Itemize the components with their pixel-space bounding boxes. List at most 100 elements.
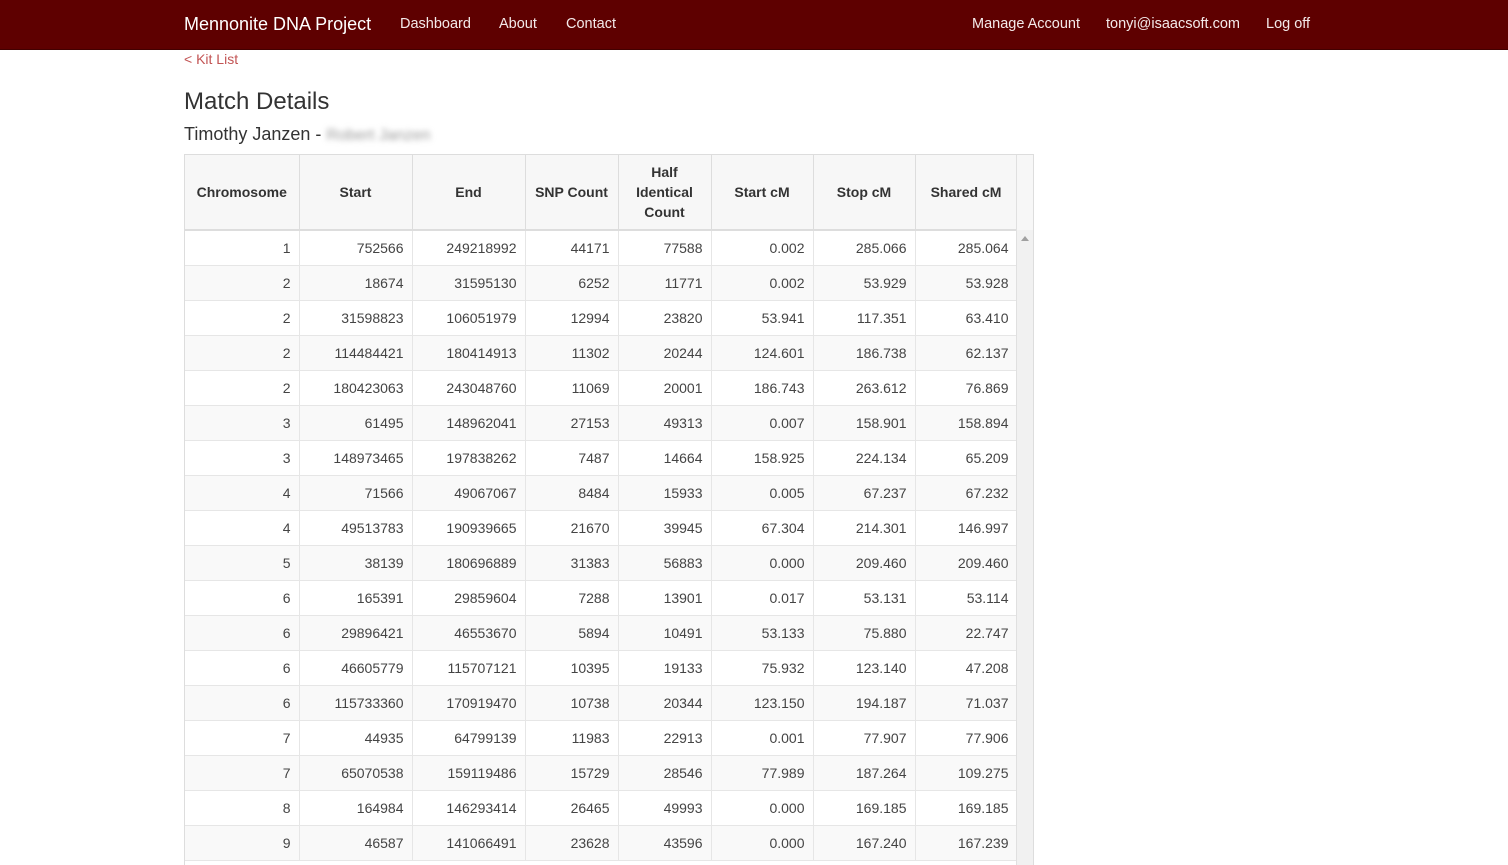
table-cell: 180414913 [412, 335, 526, 371]
table-cell: 43596 [618, 825, 712, 861]
table-cell: 14664 [618, 440, 712, 476]
table-cell: 0.000 [711, 825, 814, 861]
table-cell: 164984 [299, 790, 413, 826]
table-cell: 46605779 [299, 650, 413, 686]
table-cell: 15729 [525, 755, 619, 791]
table-cell: 0.017 [711, 580, 814, 616]
table-cell: 53.114 [915, 580, 1018, 616]
match-name-blurred: Robert Janzen [326, 127, 431, 144]
table-cell: 159119486 [412, 755, 526, 791]
column-header-half-identical-count[interactable]: Half Identical Count [618, 155, 712, 231]
table-row[interactable]: 1 752566 249218992 44171 77588 0.002 285.066 28… [185, 230, 1018, 266]
table-cell: 18674 [299, 265, 413, 301]
table-cell: 19133 [618, 650, 712, 686]
kit-list-back-link[interactable]: < Kit List [184, 50, 238, 68]
table-cell: 263.612 [813, 370, 916, 406]
match-segments-table: Chromosome Start End SNP Count Half Iden… [184, 154, 1034, 865]
table-cell: 752566 [299, 230, 413, 266]
column-header-chromosome[interactable]: Chromosome [185, 155, 300, 231]
table-cell: 63.410 [915, 300, 1018, 336]
table-row[interactable]: 4 49513783 190939665 21670 39945 67.304 214.30… [185, 510, 1018, 546]
table-cell: 53.929 [813, 265, 916, 301]
table-row[interactable]: 2 180423063 243048760 11069 20001 186.743 263.… [185, 370, 1018, 406]
match-subtitle: Timothy Janzen - Robert Janzen [184, 122, 430, 148]
table-row[interactable]: 8 164984 146293414 26465 49993 0.000 169.185 16… [185, 790, 1018, 826]
nav-contact-link[interactable]: Contact [566, 0, 616, 49]
table-cell: 28546 [618, 755, 712, 791]
table-cell: 0.002 [711, 265, 814, 301]
table-cell: 49313 [618, 405, 712, 441]
top-navbar: Mennonite DNA Project Dashboard About Co… [0, 0, 1508, 50]
column-header-snp-count[interactable]: SNP Count [525, 155, 619, 231]
user-email-link[interactable]: tonyi@isaacsoft.com [1106, 0, 1240, 49]
table-cell: 123.140 [813, 650, 916, 686]
table-cell: 76.869 [915, 370, 1018, 406]
scroll-up-arrow-icon[interactable] [1021, 236, 1029, 241]
table-row[interactable]: 4 71566 49067067 8484 15933 0.005 67.237 67.232 [185, 475, 1018, 511]
table-cell: 146.997 [915, 510, 1018, 546]
log-off-link[interactable]: Log off [1266, 0, 1310, 49]
table-row[interactable]: 2 18674 31595130 6252 11771 0.002 53.929 53.928 [185, 265, 1018, 301]
table-cell: 167.239 [915, 825, 1018, 861]
table-row[interactable]: 7 44935 64799139 11983 22913 0.001 77.907 77.90… [185, 720, 1018, 756]
table-cell: 49067067 [412, 475, 526, 511]
table-cell: 9 [185, 825, 300, 861]
table-row[interactable]: 6 115733360 170919470 10738 20344 123.150 194.… [185, 685, 1018, 721]
table-cell: 4 [185, 510, 300, 546]
column-header-start[interactable]: Start [299, 155, 413, 231]
nav-dashboard-link[interactable]: Dashboard [400, 0, 471, 49]
table-cell: 123.150 [711, 685, 814, 721]
table-row[interactable]: 6 46605779 115707121 10395 19133 75.932 123.14… [185, 650, 1018, 686]
table-row[interactable]: 5 38139 180696889 31383 56883 0.000 209.460 209… [185, 545, 1018, 581]
table-cell: 194.187 [813, 685, 916, 721]
table-cell: 62.137 [915, 335, 1018, 371]
table-row[interactable]: 3 148973465 197838262 7487 14664 158.925 224.1… [185, 440, 1018, 476]
table-cell: 77.907 [813, 720, 916, 756]
page-title: Match Details [184, 88, 330, 115]
manage-account-link[interactable]: Manage Account [972, 0, 1080, 49]
table-cell: 61495 [299, 405, 413, 441]
table-cell: 56883 [618, 545, 712, 581]
table-cell: 285.064 [915, 230, 1018, 266]
table-cell: 243048760 [412, 370, 526, 406]
table-cell: 7 [185, 755, 300, 791]
table-cell: 11983 [525, 720, 619, 756]
nav-about-link[interactable]: About [499, 0, 537, 49]
table-cell: 67.232 [915, 475, 1018, 511]
table-cell: 3 [185, 405, 300, 441]
table-cell: 13901 [618, 580, 712, 616]
table-body: 1 752566 249218992 44171 77588 0.002 285.066 28… [185, 230, 1018, 861]
name-separator: - [310, 124, 327, 144]
scrollbar-header-cap [1017, 155, 1033, 230]
column-header-end[interactable]: End [412, 155, 526, 231]
table-cell: 5894 [525, 615, 619, 651]
table-row[interactable]: 6 29896421 46553670 5894 10491 53.133 75.880 22… [185, 615, 1018, 651]
table-row[interactable]: 3 61495 148962041 27153 49313 0.007 158.901 158… [185, 405, 1018, 441]
table-cell: 71566 [299, 475, 413, 511]
table-row[interactable]: 9 46587 141066491 23628 43596 0.000 167.240 167… [185, 825, 1018, 861]
column-header-stop-cm[interactable]: Stop cM [813, 155, 916, 231]
table-cell: 0.001 [711, 720, 814, 756]
table-row[interactable]: 2 114484421 180414913 11302 20244 124.601 186.… [185, 335, 1018, 371]
table-cell: 209.460 [915, 545, 1018, 581]
table-cell: 49993 [618, 790, 712, 826]
column-header-shared-cm[interactable]: Shared cM [915, 155, 1018, 231]
table-cell: 31383 [525, 545, 619, 581]
table-row[interactable]: 7 65070538 159119486 15729 28546 77.989 187.26… [185, 755, 1018, 791]
table-cell: 148973465 [299, 440, 413, 476]
table-cell: 3 [185, 440, 300, 476]
table-row[interactable]: 6 165391 29859604 7288 13901 0.017 53.131 53.11… [185, 580, 1018, 616]
table-cell: 186.738 [813, 335, 916, 371]
table-cell: 44935 [299, 720, 413, 756]
table-scrollbar[interactable] [1016, 155, 1033, 865]
table-cell: 22913 [618, 720, 712, 756]
table-row[interactable]: 2 31598823 106051979 12994 23820 53.941 117.35… [185, 300, 1018, 336]
table-cell: 31598823 [299, 300, 413, 336]
table-cell: 53.941 [711, 300, 814, 336]
table-cell: 117.351 [813, 300, 916, 336]
table-cell: 224.134 [813, 440, 916, 476]
table-cell: 170919470 [412, 685, 526, 721]
table-cell: 53.131 [813, 580, 916, 616]
brand-link[interactable]: Mennonite DNA Project [184, 0, 371, 49]
column-header-start-cm[interactable]: Start cM [711, 155, 814, 231]
